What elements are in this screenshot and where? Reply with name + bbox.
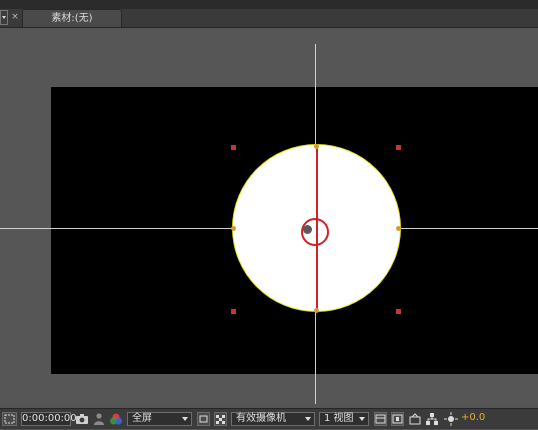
bounding-box-handle[interactable] xyxy=(231,309,236,314)
anchor-point-icon[interactable] xyxy=(303,225,312,234)
tab-footage[interactable]: 素材:(无) xyxy=(22,9,122,27)
layout-icon[interactable] xyxy=(374,412,387,426)
path-vertex-handle[interactable] xyxy=(231,226,236,231)
transparency-grid-icon[interactable] xyxy=(214,412,227,426)
viewer-status-bar: 0:00:00:00 全屏 有效摄像机 1 视图 +0.0 xyxy=(0,408,538,429)
flowchart-icon[interactable] xyxy=(425,412,439,426)
region-of-interest-icon[interactable] xyxy=(2,412,17,426)
reset-exposure-icon[interactable] xyxy=(408,412,422,426)
current-time-display[interactable]: 0:00:00:00 xyxy=(21,412,77,426)
composition-viewer[interactable] xyxy=(0,28,538,404)
color-channels-icon[interactable] xyxy=(109,412,123,426)
path-vertex-handle[interactable] xyxy=(396,226,401,231)
3d-view-icon[interactable] xyxy=(391,412,404,426)
path-vertex-handle[interactable] xyxy=(314,308,319,313)
close-tab-icon[interactable]: × xyxy=(10,11,20,23)
exposure-value[interactable]: +0.0 xyxy=(461,412,491,426)
title-strip xyxy=(0,0,538,9)
camera-view-dropdown[interactable]: 有效摄像机 xyxy=(231,412,315,426)
resolution-dropdown[interactable]: 全屏 xyxy=(127,412,192,426)
person-icon[interactable] xyxy=(93,412,105,426)
bounding-box-handle[interactable] xyxy=(396,145,401,150)
camera-icon[interactable] xyxy=(75,412,89,426)
path-vertex-handle[interactable] xyxy=(314,144,319,149)
panel-menu-icon[interactable] xyxy=(0,10,8,25)
fast-preview-icon[interactable] xyxy=(444,412,458,426)
view-layout-dropdown[interactable]: 1 视图 xyxy=(319,412,369,426)
bounding-box-handle[interactable] xyxy=(231,145,236,150)
region-icon[interactable] xyxy=(197,412,210,426)
bounding-box-handle[interactable] xyxy=(396,309,401,314)
